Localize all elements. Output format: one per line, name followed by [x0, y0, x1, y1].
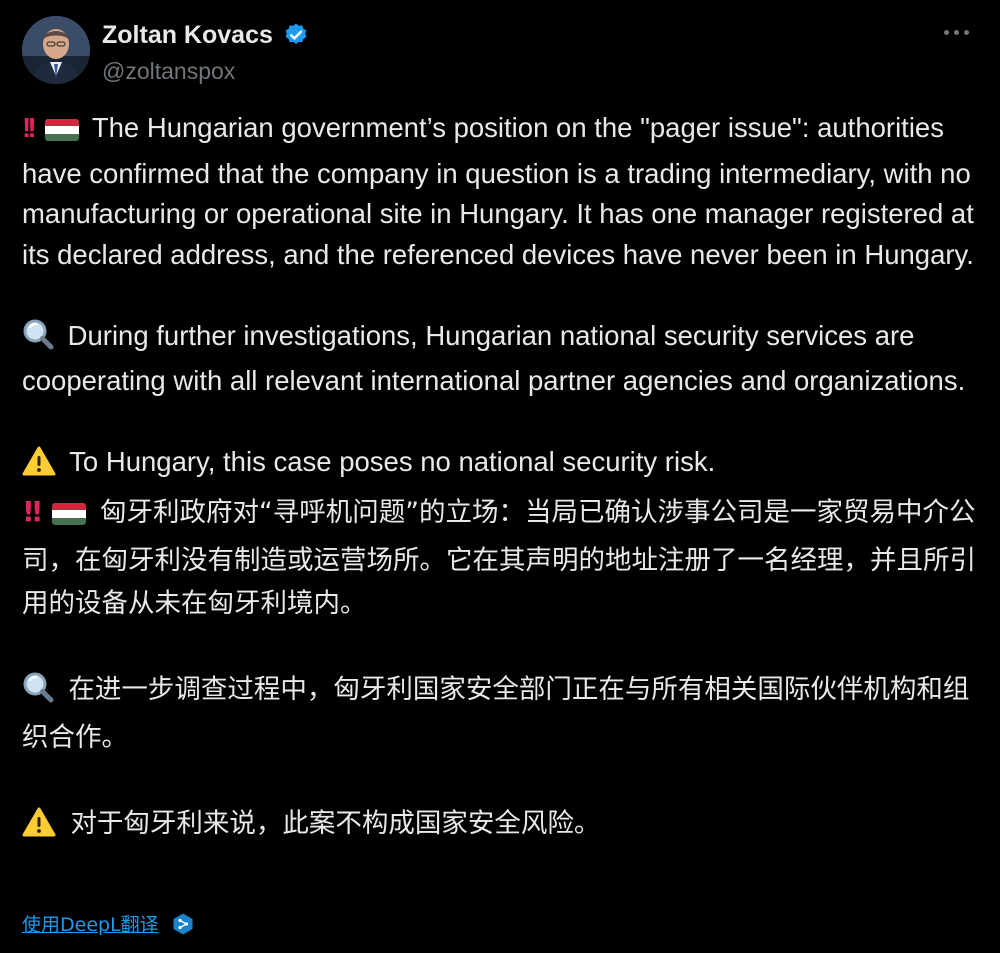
handle[interactable]: @zoltanspox	[102, 56, 309, 86]
post-text-zh-1: 匈牙利政府对“寻呼机问题”的立场：当局已确认涉事公司是一家贸易中介公司，在匈牙利…	[22, 496, 976, 619]
post-paragraph-en-2: During further investigations, Hungarian…	[22, 316, 982, 402]
deepl-icon[interactable]	[171, 912, 195, 936]
warning-icon-zh	[22, 807, 56, 850]
warning-icon	[22, 446, 56, 488]
verified-badge-icon	[283, 22, 309, 48]
display-name[interactable]: Zoltan Kovacs	[102, 20, 273, 50]
post-paragraph-zh-3: 对于匈牙利来说，此案不构成国家安全风险。	[22, 802, 982, 850]
hungary-flag-icon	[44, 113, 79, 154]
double-exclamation-icon-zh: !!	[22, 494, 43, 528]
post-paragraph-zh-1: !! 匈牙利政府对“寻呼机问题”的立场：当局已确认涉事公司是一家贸易中介公司，在…	[22, 490, 982, 625]
post-text-en-1: The Hungarian government’s position on t…	[22, 112, 974, 270]
post-text: !! The Hungarian government’s position o…	[22, 108, 982, 850]
double-exclamation-icon: !!	[22, 112, 37, 143]
hungary-flag-icon-zh	[51, 496, 86, 539]
post-paragraph-en-1: !! The Hungarian government’s position o…	[22, 108, 982, 275]
post-text-zh-2: 在进一步调查过程中，匈牙利国家安全部门正在与所有相关国际伙伴机构和组织合作。	[22, 673, 970, 753]
magnifying-glass-icon-zh	[22, 671, 54, 716]
magnifying-glass-icon	[22, 318, 54, 362]
post-paragraph-zh-2: 在进一步调查过程中，匈牙利国家安全部门正在与所有相关国际伙伴机构和组织合作。	[22, 668, 982, 759]
more-options-icon[interactable]	[942, 20, 972, 44]
author-block: Zoltan Kovacs @zoltanspox	[102, 20, 309, 86]
avatar[interactable]	[22, 16, 90, 84]
post-paragraph-en-3: To Hungary, this case poses no national …	[22, 442, 982, 488]
translate-link[interactable]: 使用DeepL翻译	[22, 914, 159, 936]
translate-row: 使用DeepL翻译	[22, 910, 195, 940]
post-header: Zoltan Kovacs @zoltanspox	[22, 16, 978, 86]
post-text-zh-3: 对于匈牙利来说，此案不构成国家安全风险。	[70, 807, 601, 839]
post-text-en-3: To Hungary, this case poses no national …	[69, 446, 716, 477]
post-text-en-2: During further investigations, Hungarian…	[22, 319, 966, 397]
